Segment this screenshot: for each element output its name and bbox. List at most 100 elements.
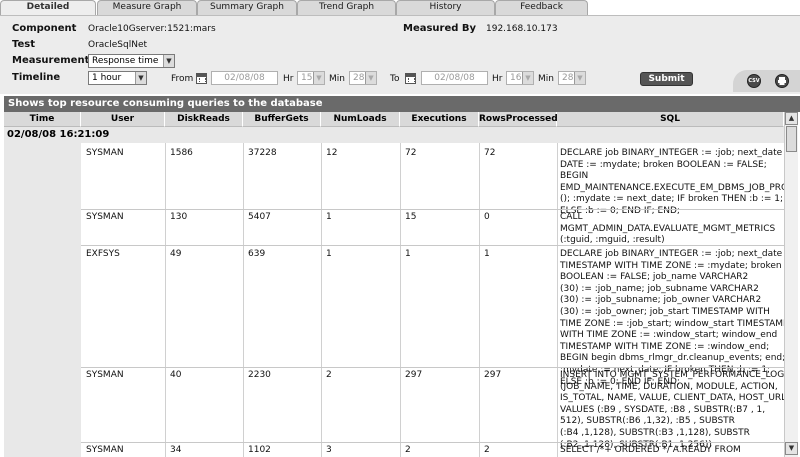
cell-buffergets: 5407: [248, 212, 271, 222]
cell-sql: DECLARE job BINARY_INTEGER := :job; next…: [560, 148, 795, 216]
submit-button[interactable]: Submit: [640, 72, 693, 86]
cell-buffergets: 639: [248, 249, 266, 259]
date-group-header: 02/08/08 16:21:09: [4, 127, 784, 143]
cell-user: SYSMAN: [86, 148, 124, 158]
from-hr-label: Hr: [283, 74, 294, 84]
tab-bar: Detailed Diagnosis Measure Graph Summary…: [0, 0, 800, 25]
export-icon-bar: CSV: [733, 70, 800, 92]
to-min-select[interactable]: 28 ▼: [558, 71, 586, 85]
column-header-user[interactable]: User: [81, 112, 165, 127]
cell-numloads: 3: [326, 445, 332, 455]
from-label: From: [171, 74, 194, 84]
chevron-down-icon: ▼: [522, 72, 533, 84]
cell-diskreads: 34: [170, 445, 182, 455]
measurement-select-value: Response time: [92, 56, 159, 66]
cell-executions: 72: [405, 148, 417, 158]
cell-numloads: 12: [326, 148, 338, 158]
cell-diskreads: 130: [170, 212, 188, 222]
measurement-select[interactable]: Response time ▼: [88, 54, 175, 68]
csv-export-icon[interactable]: CSV: [747, 74, 761, 88]
cell-rowsprocessed: 72: [484, 148, 496, 158]
measurement-label: Measurement: [12, 55, 90, 66]
cell-sql: CALL MGMT_ADMIN_DATA.EVALUATE_MGMT_METRI…: [560, 212, 776, 246]
chevron-down-icon: ▼: [574, 72, 585, 84]
component-label: Component: [12, 23, 77, 34]
to-min-label: Min: [538, 74, 554, 84]
column-header-numloads[interactable]: NumLoads: [321, 112, 400, 127]
calendar-icon[interactable]: [405, 73, 416, 84]
cell-executions: 15: [405, 212, 417, 222]
column-divider: [321, 143, 322, 457]
cell-buffergets: 1102: [248, 445, 271, 455]
cell-sql: SELECT /*+ ORDERED */ A.READY FROM: [560, 445, 741, 455]
cell-user: SYSMAN: [86, 370, 124, 380]
calendar-icon[interactable]: [196, 73, 207, 84]
chevron-down-icon: ▼: [163, 55, 174, 67]
cell-diskreads: 1586: [170, 148, 193, 158]
from-hr-select[interactable]: 15 ▼: [297, 71, 325, 85]
cell-numloads: 2: [326, 370, 332, 380]
column-header-rowsprocessed[interactable]: RowsProcessed: [479, 112, 558, 127]
test-value: OracleSqlNet: [88, 40, 148, 50]
time-column: [4, 143, 81, 457]
component-value: Oracle10Gserver:1521:mars: [88, 24, 216, 34]
measured-by-label: Measured By: [403, 23, 477, 34]
timeline-label: Timeline: [12, 72, 61, 83]
print-icon[interactable]: [775, 74, 789, 88]
scrollbar-thumb[interactable]: [786, 126, 797, 152]
cell-sql: INSERT INTO MGMT_SYSTEM_PERFORMANCE_LOG …: [560, 370, 790, 450]
column-header-sql[interactable]: SQL: [557, 112, 784, 127]
timeline-select-value: 1 hour: [92, 73, 122, 83]
chevron-down-icon: ▼: [135, 72, 146, 84]
tab-trend-graph[interactable]: Trend Graph: [297, 0, 396, 15]
cell-diskreads: 49: [170, 249, 182, 259]
column-header-executions[interactable]: Executions: [400, 112, 479, 127]
to-min-value: 28: [562, 73, 574, 83]
cell-numloads: 1: [326, 249, 332, 259]
cell-rowsprocessed: 1: [484, 249, 490, 259]
column-header-diskreads[interactable]: DiskReads: [165, 112, 243, 127]
cell-numloads: 1: [326, 212, 332, 222]
timeline-select[interactable]: 1 hour ▼: [88, 71, 147, 85]
scroll-up-icon[interactable]: ▲: [785, 112, 798, 125]
to-hr-label: Hr: [492, 74, 503, 84]
results-table: Time User DiskReads BufferGets NumLoads …: [4, 112, 800, 457]
to-hr-select[interactable]: 16 ▼: [506, 71, 534, 85]
cell-rowsprocessed: 2: [484, 445, 490, 455]
results-title: Shows top resource consuming queries to …: [4, 96, 800, 112]
chevron-down-icon: ▼: [365, 72, 376, 84]
from-date-input[interactable]: 02/08/08: [211, 71, 278, 85]
scroll-down-icon[interactable]: ▼: [785, 442, 798, 455]
row-divider: [81, 442, 784, 443]
cell-executions: 1: [405, 249, 411, 259]
tab-measure-graph[interactable]: Measure Graph: [97, 0, 197, 15]
from-min-value: 28: [353, 73, 365, 83]
cell-rowsprocessed: 297: [484, 370, 502, 380]
tab-history[interactable]: History: [396, 0, 495, 15]
tab-summary-graph[interactable]: Summary Graph: [197, 0, 297, 15]
to-label: To: [390, 74, 400, 84]
from-hr-value: 15: [301, 73, 313, 83]
tab-feedback[interactable]: Feedback: [495, 0, 588, 15]
vertical-scrollbar[interactable]: ▲ ▼: [784, 112, 798, 457]
column-divider: [400, 143, 401, 457]
tab-detailed-diagnosis[interactable]: Detailed Diagnosis: [0, 0, 96, 25]
chevron-down-icon: ▼: [313, 72, 324, 84]
cell-rowsprocessed: 0: [484, 212, 490, 222]
row-divider: [81, 245, 784, 246]
cell-user: SYSMAN: [86, 445, 124, 455]
to-date-input[interactable]: 02/08/08: [421, 71, 488, 85]
column-divider: [557, 143, 558, 457]
cell-buffergets: 2230: [248, 370, 271, 380]
cell-executions: 297: [405, 370, 423, 380]
column-header-buffergets[interactable]: BufferGets: [243, 112, 321, 127]
cell-buffergets: 37228: [248, 148, 277, 158]
from-min-select[interactable]: 28 ▼: [349, 71, 377, 85]
column-header-time[interactable]: Time: [4, 112, 81, 127]
to-hr-value: 16: [510, 73, 522, 83]
cell-diskreads: 40: [170, 370, 182, 380]
measured-by-value: 192.168.10.173: [486, 24, 558, 34]
cell-executions: 2: [405, 445, 411, 455]
row-divider: [81, 367, 784, 368]
cell-user: SYSMAN: [86, 212, 124, 222]
